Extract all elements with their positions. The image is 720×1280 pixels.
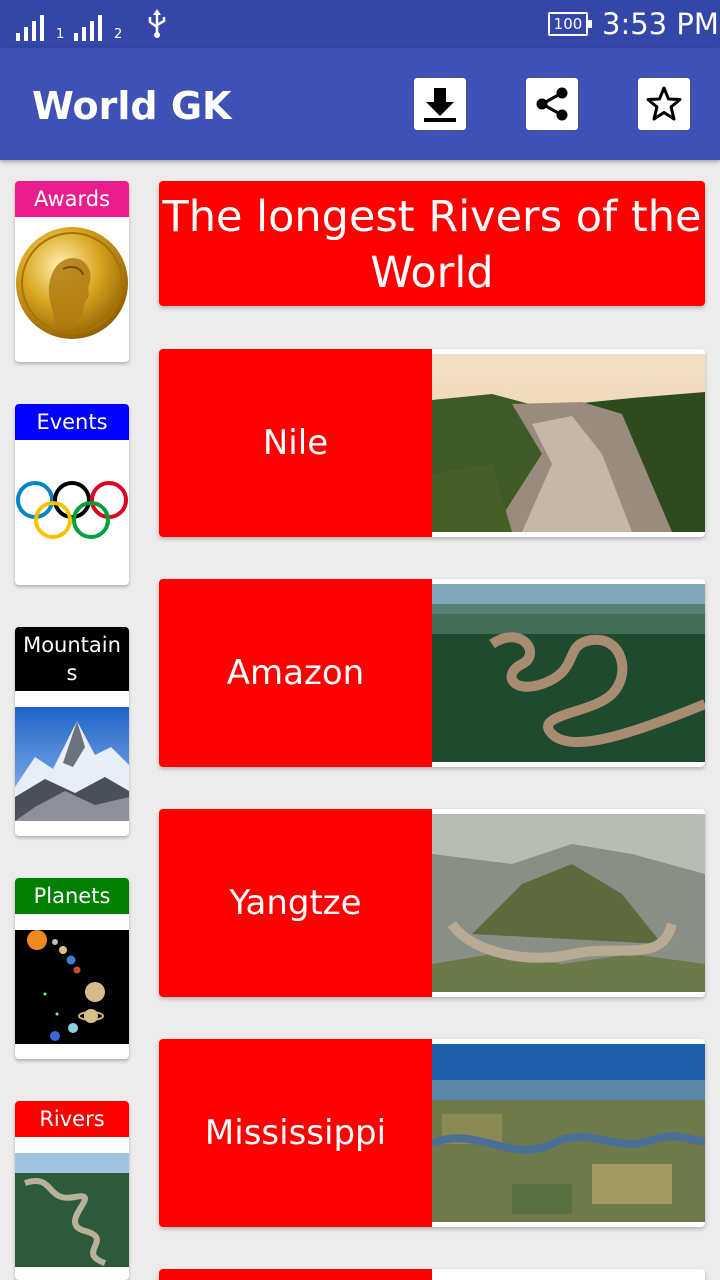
solar-system-image	[15, 930, 129, 1044]
app-bar: World GK	[0, 48, 720, 160]
river-image	[432, 584, 705, 762]
category-label: Rivers	[15, 1101, 129, 1137]
category-label: Awards	[15, 181, 129, 217]
download-button[interactable]	[414, 78, 466, 130]
river-name: Nile	[159, 349, 432, 537]
status-bar: 1 2 100 3:53 PM	[0, 0, 720, 48]
sim2-label: 2	[114, 27, 123, 42]
river-card-amazon[interactable]: Amazon	[159, 579, 705, 767]
river-aerial-image	[15, 1153, 129, 1267]
river-name: Mississippi	[159, 1039, 432, 1227]
river-card-yangtze[interactable]: Yangtze	[159, 809, 705, 997]
share-icon	[536, 87, 568, 121]
category-events[interactable]: Events	[15, 404, 129, 585]
app-title: World GK	[32, 84, 232, 128]
river-image	[432, 1044, 705, 1222]
category-mountains[interactable]: Mountain s	[15, 627, 129, 836]
category-label: Mountain s	[15, 627, 129, 691]
star-icon	[646, 86, 682, 121]
river-card-partial[interactable]	[159, 1269, 705, 1280]
favorite-button[interactable]	[638, 78, 690, 130]
river-name: Amazon	[159, 579, 432, 767]
river-card-nile[interactable]: Nile	[159, 349, 705, 537]
battery-icon: 100	[548, 12, 592, 36]
mountain-image	[15, 707, 129, 821]
river-image	[432, 814, 705, 992]
olympic-rings-image	[16, 481, 128, 539]
category-awards[interactable]: Awards	[15, 181, 129, 362]
river-name: Yangtze	[159, 809, 432, 997]
river-image	[432, 354, 705, 532]
download-icon	[424, 88, 456, 122]
nobel-medal-image	[16, 227, 128, 339]
category-label: Events	[15, 404, 129, 440]
page-heading: The longest Rivers of the World	[159, 181, 705, 306]
category-planets[interactable]: Planets	[15, 878, 129, 1059]
clock: 3:53 PM	[602, 7, 719, 41]
sim1-label: 1	[56, 27, 65, 42]
usb-icon	[148, 9, 166, 38]
category-rivers[interactable]: Rivers	[15, 1101, 129, 1280]
category-label: Planets	[15, 878, 129, 914]
share-button[interactable]	[526, 78, 578, 130]
river-name-partial	[159, 1269, 432, 1280]
river-card-mississippi[interactable]: Mississippi	[159, 1039, 705, 1227]
